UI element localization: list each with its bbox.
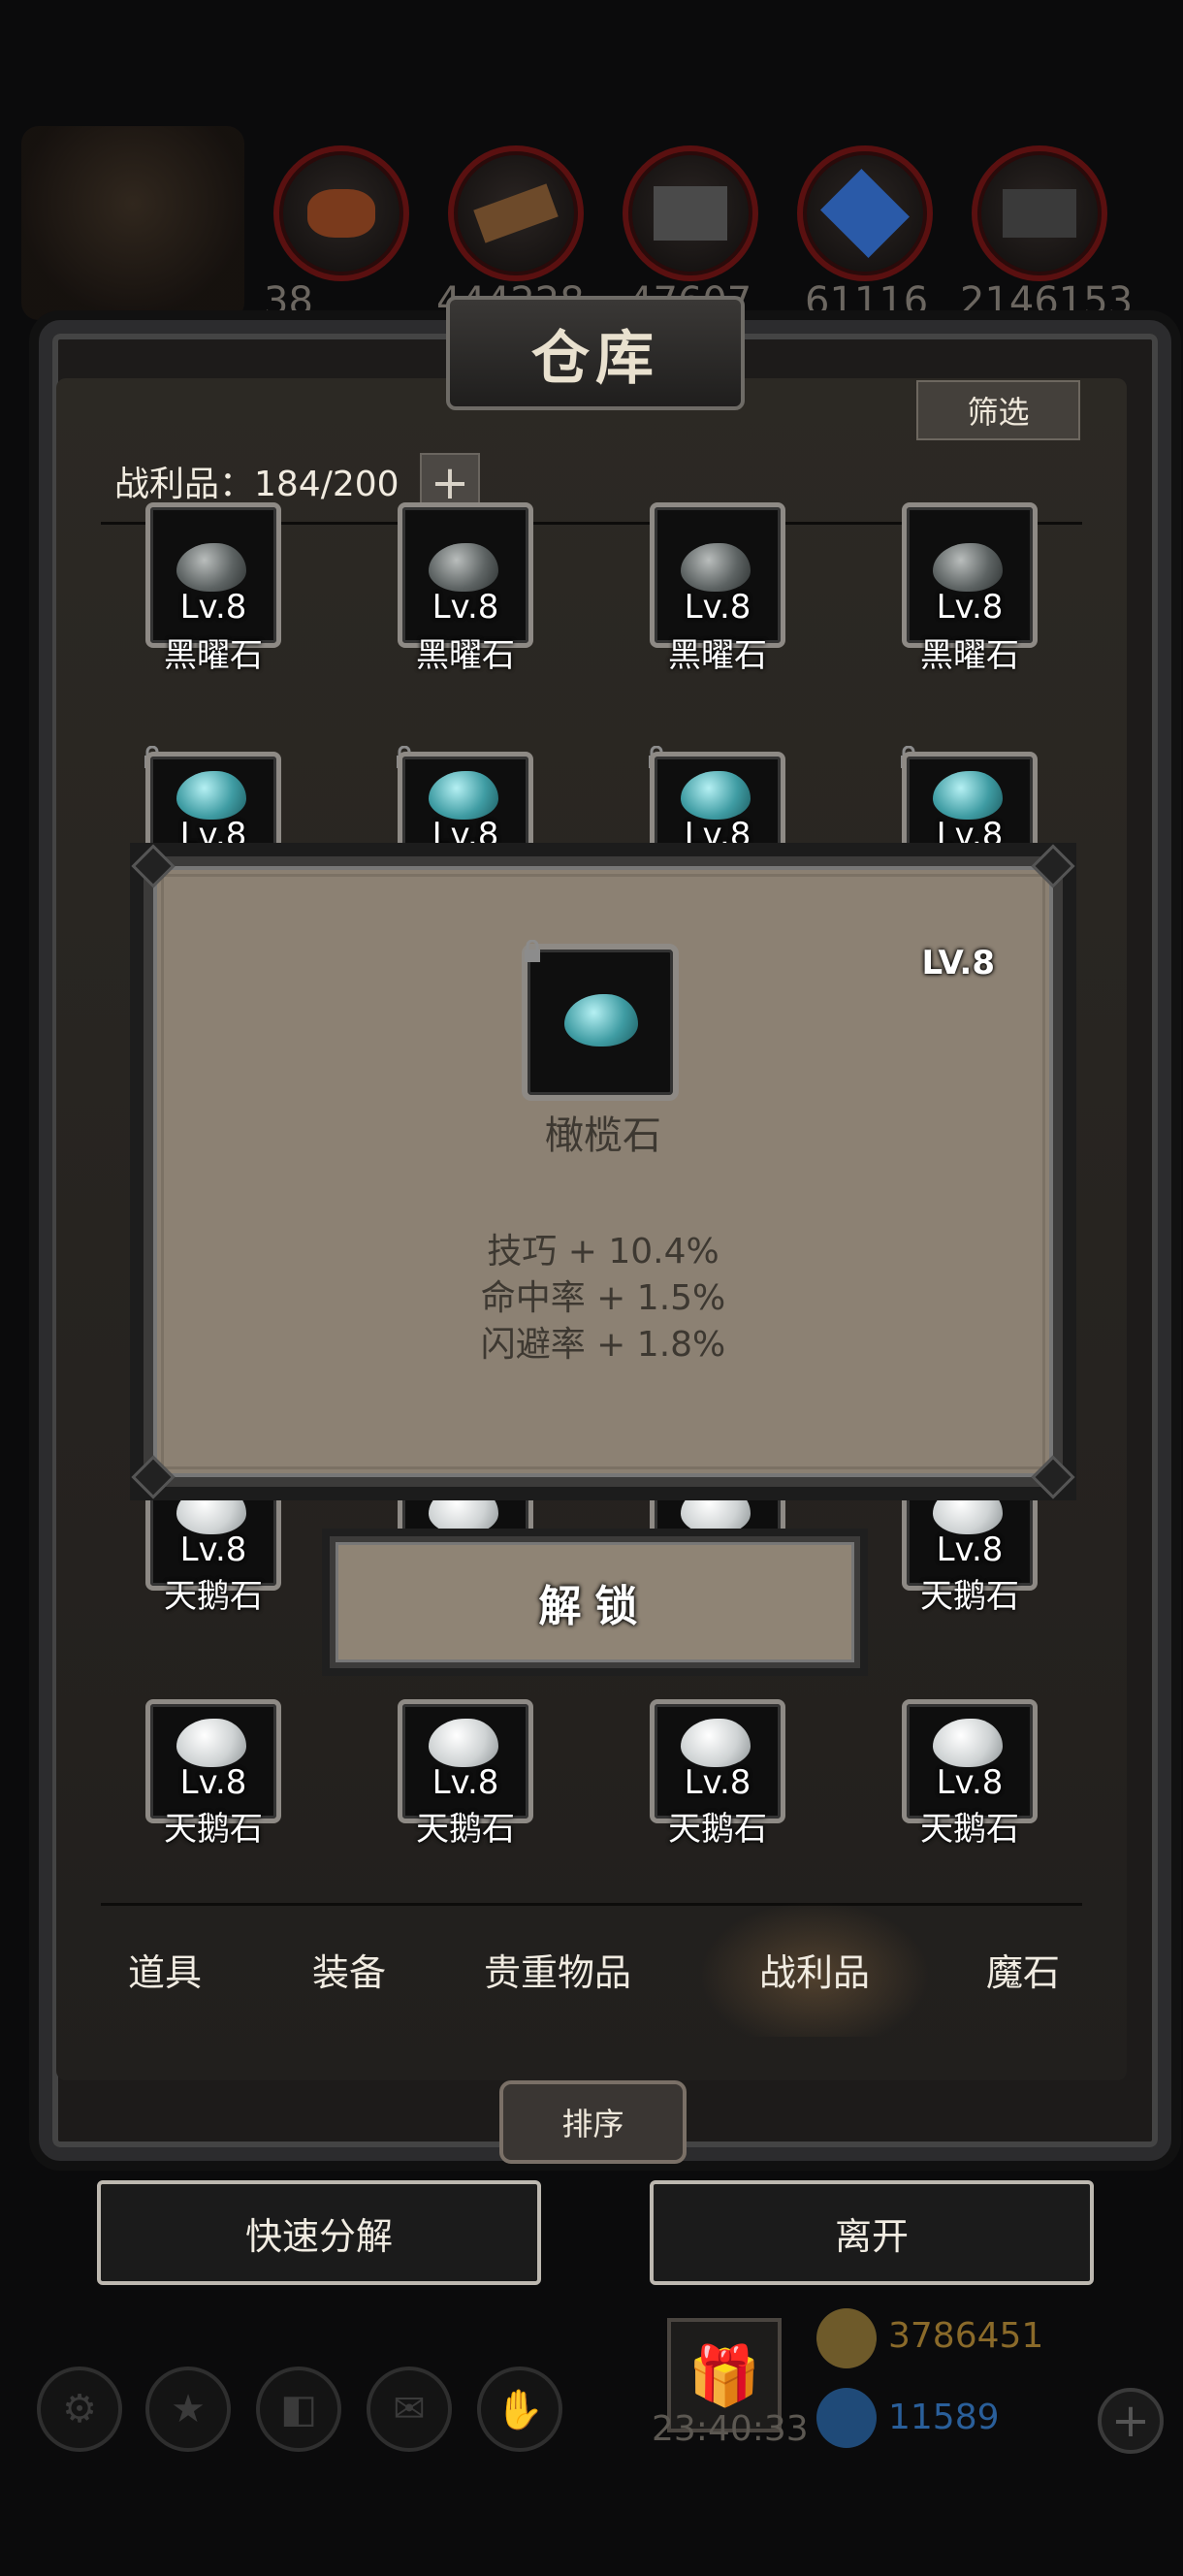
popup-stat: 命中率 + 1.5% (480, 1278, 726, 1318)
item-name: 天鹅石 (668, 1810, 767, 1849)
item-level: Lv.8 (936, 1763, 1004, 1802)
quick-decompose-button[interactable]: 快速分解 (97, 2180, 541, 2285)
item-slot[interactable]: Lv.8 天鹅石 (902, 1447, 1038, 1616)
item-slot[interactable]: Lv.8 天鹅石 (398, 1699, 533, 1849)
resource-value: 38 (264, 279, 313, 324)
lock-icon (522, 939, 543, 963)
handshake-icon[interactable]: ✋ (477, 2367, 562, 2452)
mail-icon[interactable]: ✉ (367, 2367, 452, 2452)
filter-button[interactable]: 筛选 (916, 380, 1080, 440)
leave-button[interactable]: 离开 (650, 2180, 1094, 2285)
item-level: Lv.8 (432, 816, 499, 854)
tab-valuables[interactable]: 贵重物品 (436, 1901, 679, 2037)
resource-value: 2146153 (960, 279, 1134, 324)
item-name: 天鹅石 (920, 1810, 1019, 1849)
item-level: Lv.8 (936, 816, 1004, 854)
item-slot[interactable]: Lv.8 天鹅石 (145, 1447, 281, 1616)
tab-loot[interactable]: 战利品 (698, 1901, 931, 2037)
item-level: Lv.8 (684, 588, 751, 627)
item-name: 黑曜石 (668, 636, 767, 675)
item-name: 黑曜石 (164, 636, 263, 675)
warehouse-title: 仓库 (446, 296, 745, 410)
sort-button[interactable]: 排序 (499, 2080, 687, 2164)
settings-icon[interactable]: ⚙ (37, 2367, 122, 2452)
item-level: Lv.8 (179, 588, 247, 627)
add-currency-button[interactable]: + (1098, 2388, 1164, 2454)
stone-blocks-icon (623, 145, 758, 281)
tab-magic-stone[interactable]: 魔石 (931, 1901, 1115, 2037)
item-slot[interactable]: Lv.8 黑曜石 (398, 502, 533, 675)
item-name: 天鹅石 (164, 1577, 263, 1616)
gift-timer: 23:40:33 (652, 2409, 809, 2449)
diamond-icon (816, 2388, 877, 2448)
item-level: Lv.8 (179, 816, 247, 854)
crystal-icon (797, 145, 933, 281)
tab-equipment[interactable]: 装备 (262, 1901, 436, 2037)
achievement-icon[interactable]: ★ (145, 2367, 231, 2452)
item-slot[interactable]: Lv.8 黑曜石 (902, 502, 1038, 675)
item-slot[interactable]: Lv.8 天鹅石 (145, 1699, 281, 1849)
gold-amount: 3786451 (888, 2316, 1044, 2356)
item-name: 黑曜石 (416, 636, 515, 675)
item-level: Lv.8 (432, 588, 499, 627)
item-name: 黑曜石 (920, 636, 1019, 675)
meat-icon (273, 145, 409, 281)
item-slot[interactable]: Lv.8 天鹅石 (650, 1699, 785, 1849)
loot-count-label: 战利品：184/200 (114, 465, 400, 504)
item-slot[interactable]: Lv.8 黑曜石 (145, 502, 281, 675)
olivine-gem-icon (564, 994, 638, 1046)
popup-level: LV.8 (921, 944, 996, 982)
popup-item-name: 橄榄石 (545, 1113, 661, 1158)
item-name: 天鹅石 (920, 1577, 1019, 1616)
gold-coin-icon (816, 2308, 877, 2368)
popup-stat: 技巧 + 10.4% (487, 1232, 719, 1272)
item-level: Lv.8 (179, 1530, 247, 1569)
resource-value: 61116 (805, 279, 929, 324)
wood-planks-icon (448, 145, 584, 281)
shop-icon[interactable]: ◧ (256, 2367, 341, 2452)
tab-items[interactable]: 道具 (68, 1901, 262, 2037)
popup-item-icon (522, 939, 679, 1101)
item-name: 天鹅石 (164, 1810, 263, 1849)
iron-ingot-icon (972, 145, 1107, 281)
diamond-amount: 11589 (888, 2398, 1000, 2437)
event-balloon-icon[interactable] (21, 126, 244, 320)
item-level: Lv.8 (684, 816, 751, 854)
item-level: Lv.8 (936, 1530, 1004, 1569)
item-level: Lv.8 (936, 588, 1004, 627)
item-level: Lv.8 (179, 1763, 247, 1802)
popup-stat: 闪避率 + 1.8% (480, 1325, 726, 1365)
unlock-button[interactable]: 解锁 (330, 1536, 860, 1668)
item-detail-popup: LV.8 橄榄石 技巧 + 10.4% 命中率 + 1.5% 闪避率 + 1.8… (131, 844, 1075, 1499)
item-name: 天鹅石 (416, 1810, 515, 1849)
item-slot[interactable]: Lv.8 天鹅石 (902, 1699, 1038, 1849)
category-tabs: 道具 装备 贵重物品 战利品 魔石 (68, 1901, 1115, 2037)
item-level: Lv.8 (684, 1763, 751, 1802)
item-slot[interactable]: Lv.8 黑曜石 (650, 502, 785, 675)
item-level: Lv.8 (432, 1763, 499, 1802)
